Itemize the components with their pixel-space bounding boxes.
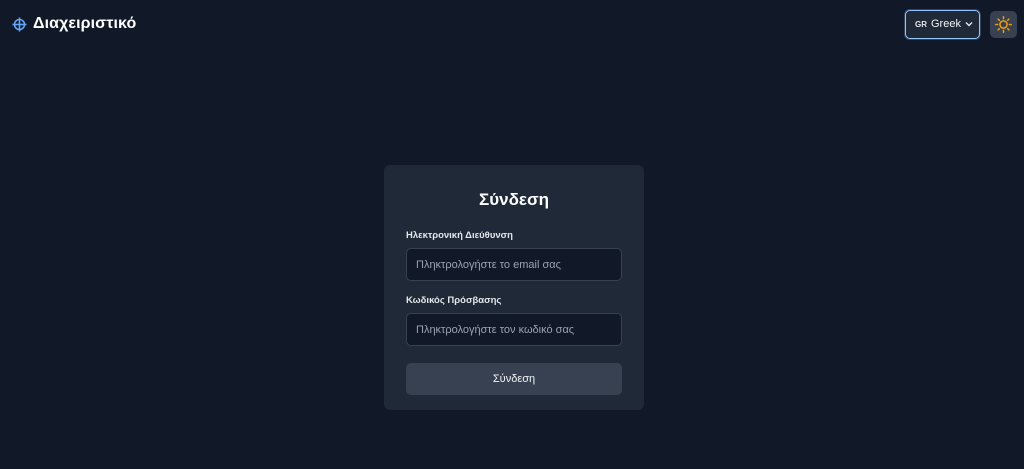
header-actions: GR Greek [905, 9, 1017, 39]
login-title: Σύνδεση [479, 190, 549, 209]
theme-toggle-button[interactable] [990, 10, 1017, 38]
language-select[interactable]: GR Greek [905, 9, 980, 39]
email-input[interactable] [406, 248, 622, 281]
password-input[interactable] [406, 313, 622, 346]
top-bar: Διαχειριστικό GR Greek [0, 0, 1024, 48]
language-selected: Greek [931, 18, 961, 30]
brand[interactable]: Διαχειριστικό [12, 15, 136, 33]
crosshair-icon [12, 17, 27, 32]
email-label: Ηλεκτρονική Διεύθυνση [406, 230, 513, 241]
login-card: Σύνδεση Ηλεκτρονική Διεύθυνση Κωδικός Πρ… [384, 165, 644, 410]
app-root: Διαχειριστικό GR Greek Σύνδεση Ηλεκτρονι… [0, 0, 1024, 469]
language-flag: GR [915, 19, 927, 29]
password-label: Κωδικός Πρόσβασης [406, 295, 502, 306]
app-title: Διαχειριστικό [33, 15, 137, 32]
chevron-down-icon [965, 20, 973, 28]
sun-icon [995, 15, 1012, 33]
login-button[interactable]: Σύνδεση [406, 363, 622, 395]
